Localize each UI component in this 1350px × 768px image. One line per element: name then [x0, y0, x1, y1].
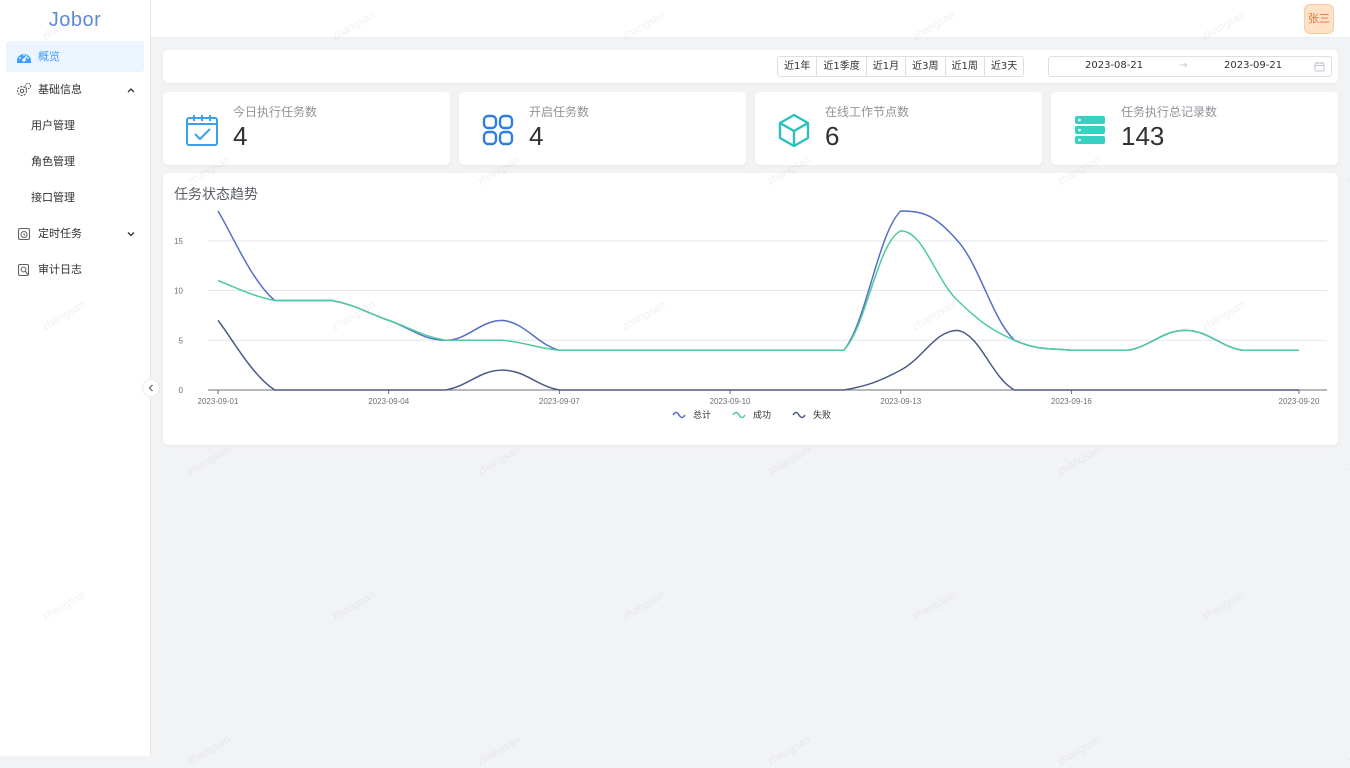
legend-label: 失败 [813, 409, 831, 421]
stat-value: 4 [233, 121, 248, 151]
sidebar-item-audit-log[interactable]: 审计日志 [0, 252, 150, 288]
y-tick-label: 10 [174, 287, 183, 296]
series-line-0 [217, 210, 1299, 351]
stat-label: 在线工作节点数 [825, 105, 910, 119]
x-tick-label: 2023-09-16 [1051, 397, 1092, 406]
server-stack-icon [1075, 116, 1105, 144]
watermark-text: zhangsan [1055, 443, 1103, 479]
range-3-weeks-button[interactable]: 近3周 [906, 57, 946, 76]
chevron-left-icon [148, 384, 153, 392]
legend-label: 总计 [693, 409, 711, 421]
y-tick-label: 5 [179, 336, 184, 345]
sidebar: Jobor 概览 基础信息 用户管理 角色管理 接口管理 定时任务 审计日志 [0, 0, 151, 756]
sidebar-item-api-management[interactable]: 接口管理 [0, 180, 150, 216]
settings-gear-icon [16, 82, 32, 98]
x-tick-label: 2023-09-07 [539, 397, 580, 406]
watermark-text: zhangsan [1345, 443, 1350, 479]
sidebar-item-label: 基础信息 [38, 83, 82, 96]
range-3-days-button[interactable]: 近3天 [984, 57, 1024, 76]
legend-label: 成功 [753, 409, 771, 421]
sidebar-item-label: 审计日志 [38, 263, 82, 276]
filter-bar: 近1年 近1季度 近1月 近3周 近1周 近3天 2023-08-21 → 20… [163, 50, 1338, 83]
stat-card-online-workers: 在线工作节点数 6 [755, 92, 1042, 165]
legend-icon [732, 411, 746, 419]
cube-icon [778, 113, 810, 147]
y-tick-label: 15 [174, 237, 183, 246]
audit-log-icon [16, 262, 32, 278]
grid-apps-icon [482, 114, 514, 146]
range-1-year-button[interactable]: 近1年 [778, 57, 818, 76]
x-tick-label: 2023-09-13 [880, 397, 921, 406]
watermark-text: zhangsan [910, 588, 958, 624]
watermark-text: zhangsan [1345, 153, 1350, 189]
range-1-month-button[interactable]: 近1月 [866, 57, 907, 76]
stat-card-total-records: 任务执行总记录数 143 [1051, 92, 1338, 165]
sidebar-item-label: 接口管理 [31, 191, 75, 204]
calendar-check-icon [186, 115, 218, 146]
watermark-text: zhangsan [330, 588, 378, 624]
timer-icon [16, 226, 32, 242]
time-range-group: 近1年 近1季度 近1月 近3周 近1周 近3天 [777, 56, 1025, 77]
chevron-down-icon [127, 232, 135, 237]
start-date-input[interactable]: 2023-08-21 [1085, 60, 1143, 71]
sidebar-item-overview[interactable]: 概览 [6, 41, 144, 72]
watermark-text: zhangsan [1345, 733, 1350, 768]
chevron-up-icon [127, 88, 135, 93]
app-logo[interactable]: Jobor [0, 0, 150, 38]
sidebar-item-label: 角色管理 [31, 155, 75, 168]
sidebar-menu: 概览 基础信息 用户管理 角色管理 接口管理 定时任务 审计日志 [0, 41, 150, 288]
stat-label: 今日执行任务数 [233, 105, 318, 119]
x-tick-label: 2023-09-04 [368, 397, 409, 406]
series-line-2 [217, 319, 1299, 391]
sidebar-item-label: 定时任务 [38, 227, 82, 240]
sidebar-item-role-management[interactable]: 角色管理 [0, 144, 150, 180]
sidebar-item-basic-info[interactable]: 基础信息 [0, 72, 150, 108]
top-header: 张三 [151, 0, 1350, 38]
calendar-icon [1314, 62, 1325, 72]
end-date-input[interactable]: 2023-09-21 [1224, 60, 1282, 71]
stat-value: 4 [529, 121, 544, 151]
x-tick-label: 2023-09-20 [1279, 397, 1320, 406]
sidebar-item-scheduled-tasks[interactable]: 定时任务 [0, 216, 150, 252]
stat-label: 开启任务数 [529, 105, 590, 119]
sidebar-item-label: 用户管理 [31, 119, 75, 132]
stat-card-enabled-tasks: 开启任务数 4 [459, 92, 746, 165]
stat-card-today-executions: 今日执行任务数 4 [163, 92, 450, 165]
dashboard-icon [16, 49, 32, 65]
date-range-picker[interactable]: 2023-08-21 → 2023-09-21 [1048, 56, 1332, 77]
sidebar-collapse-button[interactable] [142, 379, 160, 397]
watermark-text: zhangsan [765, 443, 813, 479]
user-avatar[interactable]: 张三 [1304, 4, 1334, 34]
watermark-text: zhangsan [475, 733, 523, 768]
legend-icon [792, 411, 806, 419]
watermark-text: zhangsan [185, 733, 233, 768]
y-tick-label: 0 [179, 386, 184, 395]
x-tick-label: 2023-09-01 [198, 397, 239, 406]
task-status-trend-card: 任务状态趋势 0 5 10 15 2023-09-01 2023-09-04 2023-09… [163, 173, 1338, 445]
trend-line-chart: 0 5 10 15 2023-09-01 2023-09-04 2023-09-07 2023… [174, 210, 1327, 421]
x-tick-label: 2023-09-10 [710, 397, 751, 406]
watermark-text: zhangsan [1055, 733, 1103, 768]
sidebar-item-user-management[interactable]: 用户管理 [0, 108, 150, 144]
stat-value: 6 [825, 121, 840, 151]
stat-label: 任务执行总记录数 [1121, 105, 1218, 119]
sidebar-item-label: 概览 [38, 50, 60, 63]
date-range-separator: → [1179, 60, 1188, 71]
watermark-text: zhangsan [765, 733, 813, 768]
legend-icon [672, 411, 686, 419]
watermark-text: zhangsan [620, 588, 668, 624]
range-1-quarter-button[interactable]: 近1季度 [817, 57, 867, 76]
watermark-text: zhangsan [185, 443, 233, 479]
watermark-text: zhangsan [475, 443, 523, 479]
range-1-week-button[interactable]: 近1周 [945, 57, 985, 76]
watermark-text: zhangsan [1200, 588, 1248, 624]
stat-value: 143 [1121, 121, 1165, 151]
